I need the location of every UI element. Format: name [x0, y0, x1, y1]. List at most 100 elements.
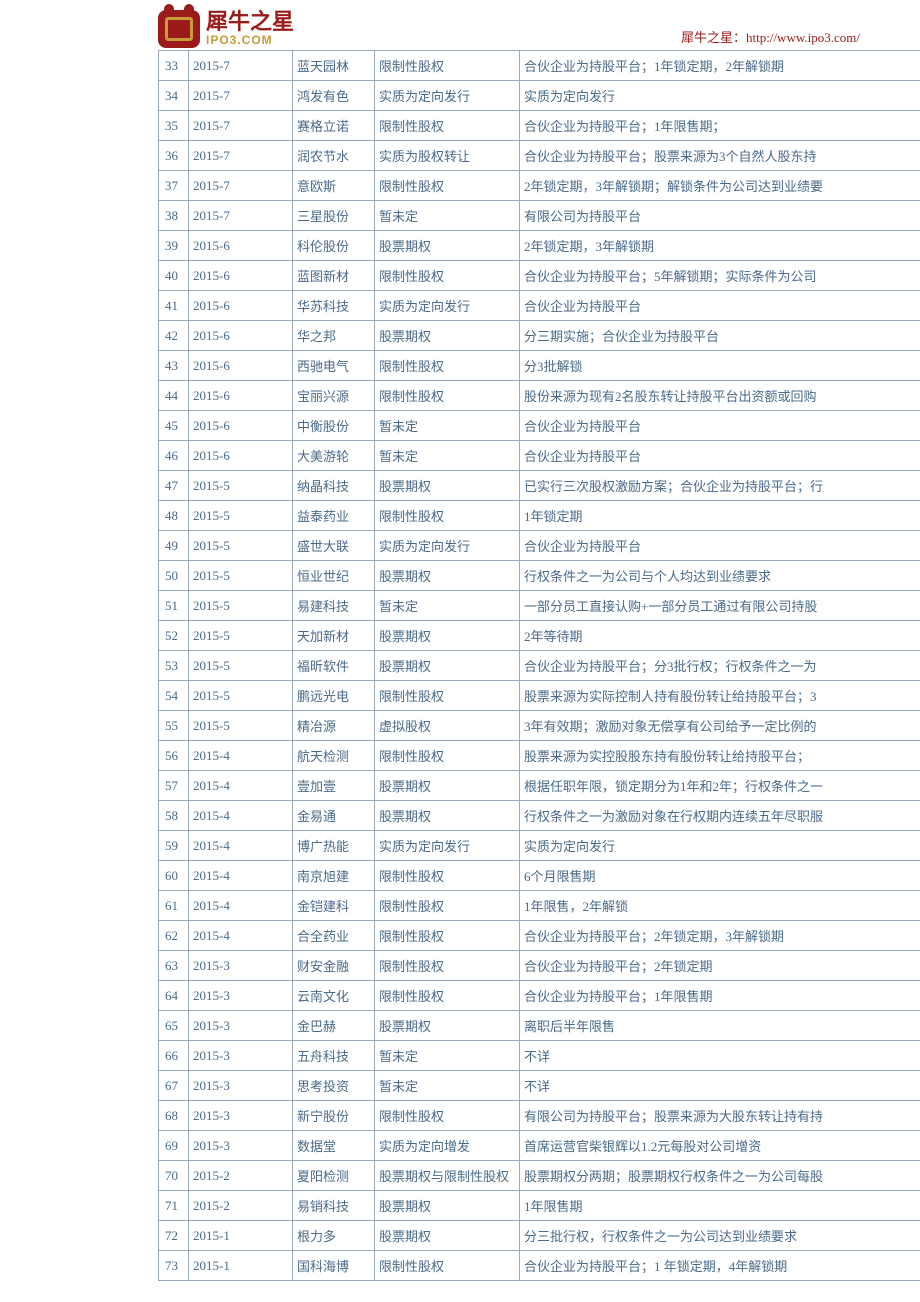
table-row: 502015-5恒业世纪股票期权行权条件之一为公司与个人均达到业绩要求: [159, 561, 920, 591]
cell-no: 66: [159, 1041, 189, 1071]
table-row: 352015-7赛格立诺限制性股权合伙企业为持股平台；1年限售期；: [159, 111, 920, 141]
table-row: 702015-2夏阳检测股票期权与限制性股权股票期权分两期；股票期权行权条件之一…: [159, 1161, 920, 1191]
cell-type: 限制性股权: [375, 261, 520, 291]
cell-date: 2015-7: [189, 111, 293, 141]
cell-date: 2015-5: [189, 501, 293, 531]
cell-no: 62: [159, 921, 189, 951]
cell-name: 三星股份: [293, 201, 375, 231]
cell-date: 2015-7: [189, 51, 293, 81]
table-row: 562015-4航天检测限制性股权股票来源为实控股股东持有股份转让给持股平台；: [159, 741, 920, 771]
table-row: 612015-4金铠建科限制性股权1年限售，2年解锁: [159, 891, 920, 921]
cell-no: 73: [159, 1251, 189, 1281]
logo-icon: [158, 10, 200, 48]
cell-name: 航天检测: [293, 741, 375, 771]
table-row: 342015-7鸿发有色实质为定向发行实质为定向发行: [159, 81, 920, 111]
cell-type: 股票期权: [375, 651, 520, 681]
cell-note: 合伙企业为持股平台；1年锁定期，2年解锁期: [520, 51, 920, 81]
cell-name: 蓝天园林: [293, 51, 375, 81]
cell-no: 55: [159, 711, 189, 741]
cell-date: 2015-5: [189, 591, 293, 621]
cell-no: 38: [159, 201, 189, 231]
cell-no: 51: [159, 591, 189, 621]
cell-no: 39: [159, 231, 189, 261]
cell-date: 2015-6: [189, 411, 293, 441]
cell-date: 2015-3: [189, 1071, 293, 1101]
cell-type: 限制性股权: [375, 921, 520, 951]
cell-note: 根据任职年限，锁定期分为1年和2年；行权条件之一: [520, 771, 920, 801]
cell-date: 2015-4: [189, 861, 293, 891]
cell-note: 分三批行权，行权条件之一为公司达到业绩要求: [520, 1221, 920, 1251]
cell-note: 6个月限售期: [520, 861, 920, 891]
cell-no: 44: [159, 381, 189, 411]
cell-note: 合伙企业为持股平台: [520, 291, 920, 321]
cell-name: 思考投资: [293, 1071, 375, 1101]
cell-note: 实质为定向发行: [520, 81, 920, 111]
header-url: 犀牛之星：http://www.ipo3.com/: [681, 27, 860, 46]
cell-no: 47: [159, 471, 189, 501]
cell-no: 41: [159, 291, 189, 321]
cell-note: 首席运营官柴银辉以1.2元每股对公司增资: [520, 1131, 920, 1161]
cell-name: 润农节水: [293, 141, 375, 171]
cell-note: 合伙企业为持股平台: [520, 411, 920, 441]
cell-date: 2015-5: [189, 681, 293, 711]
cell-note: 实质为定向发行: [520, 831, 920, 861]
cell-name: 数据堂: [293, 1131, 375, 1161]
cell-no: 65: [159, 1011, 189, 1041]
cell-type: 暂未定: [375, 411, 520, 441]
table-row: 632015-3财安金融限制性股权合伙企业为持股平台；2年锁定期: [159, 951, 920, 981]
cell-note: 股票来源为实际控制人持有股份转让给持股平台；3: [520, 681, 920, 711]
table-row: 402015-6蓝图新材限制性股权合伙企业为持股平台；5年解锁期；实际条件为公司: [159, 261, 920, 291]
cell-no: 53: [159, 651, 189, 681]
cell-name: 华之邦: [293, 321, 375, 351]
cell-date: 2015-3: [189, 981, 293, 1011]
cell-type: 股票期权: [375, 621, 520, 651]
cell-note: 股票来源为实控股股东持有股份转让给持股平台；: [520, 741, 920, 771]
cell-name: 合全药业: [293, 921, 375, 951]
cell-name: 科伦股份: [293, 231, 375, 261]
cell-type: 暂未定: [375, 201, 520, 231]
cell-type: 暂未定: [375, 1071, 520, 1101]
table-row: 362015-7润农节水实质为股权转让合伙企业为持股平台；股票来源为3个自然人股…: [159, 141, 920, 171]
cell-type: 股票期权与限制性股权: [375, 1161, 520, 1191]
cell-date: 2015-6: [189, 441, 293, 471]
table-row: 722015-1根力多股票期权分三批行权，行权条件之一为公司达到业绩要求: [159, 1221, 920, 1251]
cell-type: 限制性股权: [375, 681, 520, 711]
cell-no: 48: [159, 501, 189, 531]
cell-note: 合伙企业为持股平台；股票来源为3个自然人股东持: [520, 141, 920, 171]
cell-date: 2015-4: [189, 831, 293, 861]
cell-name: 金易通: [293, 801, 375, 831]
cell-name: 赛格立诺: [293, 111, 375, 141]
cell-date: 2015-4: [189, 921, 293, 951]
cell-note: 合伙企业为持股平台；1年限售期: [520, 981, 920, 1011]
cell-note: 已实行三次股权激励方案；合伙企业为持股平台；行: [520, 471, 920, 501]
cell-note: 2年锁定期，3年解锁期: [520, 231, 920, 261]
cell-date: 2015-3: [189, 1041, 293, 1071]
cell-name: 华苏科技: [293, 291, 375, 321]
cell-note: 1年限售期: [520, 1191, 920, 1221]
cell-type: 限制性股权: [375, 951, 520, 981]
cell-name: 夏阳检测: [293, 1161, 375, 1191]
cell-no: 60: [159, 861, 189, 891]
cell-no: 52: [159, 621, 189, 651]
cell-no: 72: [159, 1221, 189, 1251]
cell-date: 2015-6: [189, 381, 293, 411]
cell-no: 33: [159, 51, 189, 81]
cell-name: 精冶源: [293, 711, 375, 741]
table-row: 472015-5纳晶科技股票期权已实行三次股权激励方案；合伙企业为持股平台；行: [159, 471, 920, 501]
table-row: 592015-4博广热能实质为定向发行实质为定向发行: [159, 831, 920, 861]
cell-no: 70: [159, 1161, 189, 1191]
cell-note: 合伙企业为持股平台；2年锁定期: [520, 951, 920, 981]
cell-type: 限制性股权: [375, 381, 520, 411]
cell-name: 大美游轮: [293, 441, 375, 471]
cell-note: 有限公司为持股平台: [520, 201, 920, 231]
cell-no: 69: [159, 1131, 189, 1161]
cell-date: 2015-5: [189, 711, 293, 741]
cell-date: 2015-1: [189, 1221, 293, 1251]
table-row: 462015-6大美游轮暂未定合伙企业为持股平台: [159, 441, 920, 471]
cell-type: 限制性股权: [375, 351, 520, 381]
cell-date: 2015-3: [189, 1011, 293, 1041]
table-row: 672015-3思考投资暂未定不详: [159, 1071, 920, 1101]
cell-date: 2015-7: [189, 141, 293, 171]
cell-name: 宝丽兴源: [293, 381, 375, 411]
cell-note: 合伙企业为持股平台；2年锁定期，3年解锁期: [520, 921, 920, 951]
